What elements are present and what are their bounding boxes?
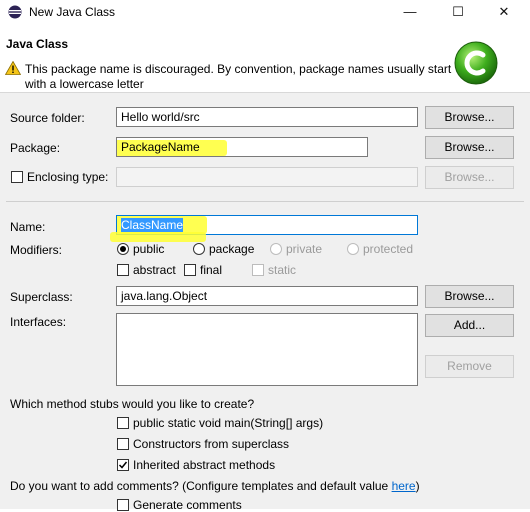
inherited-methods-checkbox[interactable] [117,459,129,471]
browse-package-button[interactable]: Browse... [425,136,514,159]
browse-source-folder-button[interactable]: Browse... [425,106,514,129]
package-value: PackageName [121,140,200,154]
method-stubs-question: Which method stubs would you like to cre… [10,397,255,411]
java-class-logo-icon [454,41,498,85]
final-label: final [200,263,223,277]
superclass-label: Superclass: [10,290,73,304]
main-method-label: public static void main(String[] args) [133,416,324,430]
enclosing-type-input [116,167,418,187]
comments-question-prefix: Do you want to add comments? (Configure … [10,479,392,493]
package-label: Package: [10,141,61,155]
page-title: Java Class [6,37,69,51]
package-radio[interactable] [193,243,205,255]
enclosing-type-label: Enclosing type: [27,170,109,184]
minimize-button[interactable]: — [388,0,432,24]
maximize-button[interactable]: ☐ [436,0,480,24]
warning-message: This package name is discouraged. By con… [25,62,452,91]
name-label: Name: [10,220,46,234]
protected-label: protected [363,242,414,256]
interfaces-list[interactable] [116,313,418,386]
abstract-checkbox[interactable] [117,264,129,276]
modifiers-label: Modifiers: [10,243,63,257]
constructors-label: Constructors from superclass [133,437,290,451]
configure-templates-link[interactable]: here [392,479,416,493]
package-radio-label: package [209,242,255,256]
public-radio[interactable] [117,243,129,255]
constructors-checkbox[interactable] [117,438,129,450]
close-button[interactable]: ✕ [482,0,526,24]
public-label: public [133,242,165,256]
source-folder-input[interactable]: Hello world/src [116,107,418,127]
name-value-selected: ClassName [121,218,184,232]
private-label: private [286,242,323,256]
window-title: New Java Class [29,5,116,19]
static-label: static [268,263,297,277]
enclosing-type-checkbox[interactable] [11,171,23,183]
browse-enclosing-type-button: Browse... [425,166,514,189]
main-method-checkbox[interactable] [117,417,129,429]
add-interface-button[interactable]: Add... [425,314,514,337]
static-checkbox [252,264,264,276]
generate-comments-checkbox[interactable] [117,499,129,511]
remove-interface-button: Remove [425,355,514,378]
browse-superclass-button[interactable]: Browse... [425,285,514,308]
final-checkbox[interactable] [184,264,196,276]
package-input[interactable]: PackageName [116,137,368,157]
warning-icon [5,61,21,75]
private-radio [270,243,282,255]
comments-question-suffix: ) [415,479,420,493]
eclipse-icon [8,5,22,19]
name-highlight-mark-lower [110,232,206,242]
superclass-input[interactable]: java.lang.Object [116,286,418,306]
protected-radio [347,243,359,255]
comments-question: Do you want to add comments? (Configure … [10,479,420,493]
interfaces-label: Interfaces: [10,315,67,329]
checkmark-icon [118,461,128,469]
separator [6,201,524,202]
generate-comments-label: Generate comments [133,498,242,512]
inherited-methods-label: Inherited abstract methods [133,458,276,472]
abstract-label: abstract [133,263,176,277]
source-folder-label: Source folder: [10,111,85,125]
